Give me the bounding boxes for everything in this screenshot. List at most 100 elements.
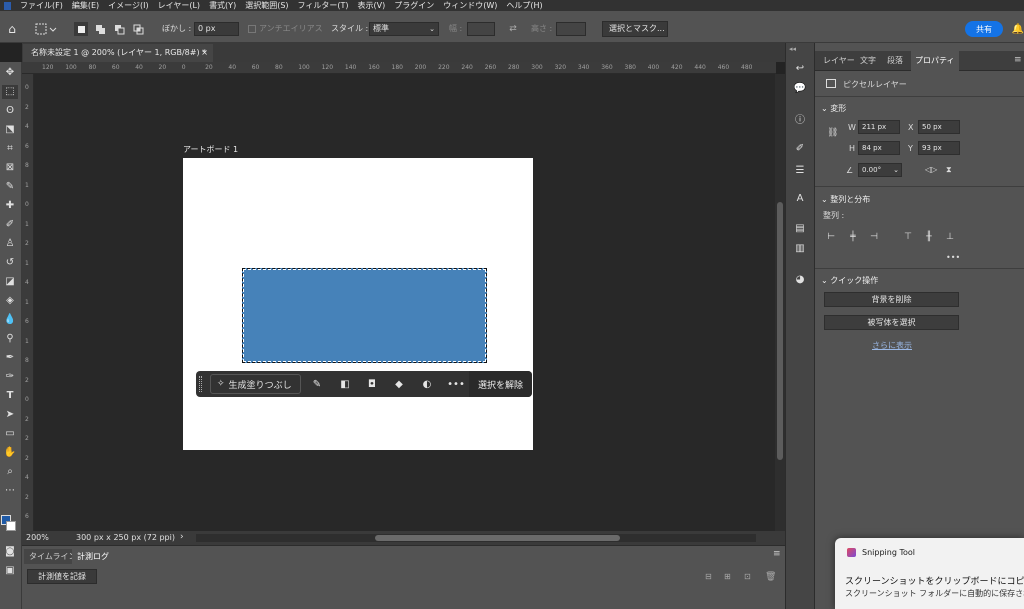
history-icon[interactable]: ↩ — [791, 60, 809, 76]
move-tool-icon[interactable]: ✥ — [2, 66, 18, 80]
eyedropper-tool-icon[interactable]: ✎ — [2, 180, 18, 194]
tab-properties[interactable]: プロパティ — [911, 51, 959, 71]
menu-view[interactable]: 表示(V) — [358, 0, 386, 11]
home-icon[interactable]: ⌂ — [4, 21, 20, 37]
select-subject-button[interactable]: 被写体を選択 — [824, 315, 959, 330]
paragraph-styles-icon[interactable]: ▥ — [791, 240, 809, 256]
document-info[interactable]: 300 px x 250 px (72 ppi) — [76, 533, 175, 542]
snipping-tool-notification[interactable]: Snipping Tool スクリーンショットをクリップボードにコピーしました … — [835, 538, 1024, 609]
menu-select[interactable]: 選択範囲(S) — [245, 0, 288, 11]
select-all-icon[interactable]: ⊡ — [744, 572, 751, 581]
gradient-tool-icon[interactable]: ◈ — [2, 294, 18, 308]
menu-window[interactable]: ウィンドウ(W) — [443, 0, 497, 11]
align-left-icon[interactable]: ⊢ — [825, 231, 837, 243]
intersect-selection-icon[interactable] — [131, 22, 145, 36]
menu-layer[interactable]: レイヤー(L) — [158, 0, 200, 11]
quick-mask-icon[interactable]: ◙ — [2, 545, 18, 559]
y-field[interactable]: 93 px — [918, 141, 960, 155]
record-measurements-button[interactable]: 計測値を記録 — [27, 569, 97, 584]
menu-edit[interactable]: 編集(E) — [72, 0, 99, 11]
brush-modify-icon[interactable]: ✎ — [307, 374, 327, 394]
align-middle-v-icon[interactable]: ╫ — [923, 231, 935, 243]
align-section-header[interactable]: ⌄ 整列と分布 — [821, 194, 870, 205]
align-more-icon[interactable]: ••• — [946, 253, 960, 262]
zoom-tool-icon[interactable]: ⌕ — [2, 465, 18, 479]
collapse-dock-icon[interactable]: ◂◂ — [789, 45, 796, 53]
dodge-tool-icon[interactable]: ⚲ — [2, 332, 18, 346]
crop-tool-icon[interactable]: ⌗ — [2, 142, 18, 156]
trash-icon[interactable]: 🗑 — [765, 572, 776, 582]
vertical-scrollbar-thumb[interactable] — [777, 202, 783, 460]
rect-marquee-tool-icon[interactable]: ⬚ — [2, 85, 18, 99]
tab-layers[interactable]: レイヤー — [819, 51, 859, 71]
mask-icon[interactable]: ◘ — [362, 374, 382, 394]
healing-brush-tool-icon[interactable]: ✚ — [2, 199, 18, 213]
brush-tool-icon[interactable]: ✐ — [2, 218, 18, 232]
invert-selection-icon[interactable]: ◧ — [335, 374, 355, 394]
align-right-icon[interactable]: ⊣ — [868, 231, 880, 243]
panel-options-icon[interactable]: ≡ — [1014, 55, 1022, 65]
adjustments-icon[interactable]: ☰ — [791, 162, 809, 178]
blur-tool-icon[interactable]: 💧 — [2, 313, 18, 327]
share-button[interactable]: 共有 — [965, 21, 1003, 37]
eraser-tool-icon[interactable]: ◪ — [2, 275, 18, 289]
transform-section-header[interactable]: ⌄ 変形 — [821, 103, 846, 114]
background-color-swatch[interactable] — [6, 521, 16, 531]
ruler-icon[interactable]: ⊟ — [705, 572, 712, 581]
align-bottom-icon[interactable]: ⊥ — [944, 231, 956, 243]
menu-image[interactable]: イメージ(I) — [108, 0, 148, 11]
tab-paragraph[interactable]: 段落 — [883, 51, 907, 71]
color-wheel-icon[interactable]: ◕ — [791, 271, 809, 287]
document-tab[interactable]: 名称未設定 1 @ 200% (レイヤー 1, RGB/8#) * × — [23, 44, 213, 62]
zoom-level[interactable]: 200% — [26, 533, 49, 542]
generative-fill-button[interactable]: ✧ 生成塗りつぶし — [210, 374, 301, 394]
glyphs-icon[interactable]: ▤ — [791, 220, 809, 236]
width-field[interactable]: 211 px — [858, 120, 900, 134]
lasso-tool-icon[interactable]: ʘ — [2, 104, 18, 118]
show-more-link[interactable]: さらに表示 — [872, 340, 912, 351]
flip-horizontal-icon[interactable]: ◁▷ — [925, 165, 937, 174]
deselect-button[interactable]: 選択を解除 — [469, 371, 532, 397]
clone-stamp-tool-icon[interactable]: ♙ — [2, 237, 18, 251]
artboard-label[interactable]: アートボード 1 — [183, 144, 238, 155]
flip-vertical-icon[interactable]: ⧗ — [946, 165, 952, 175]
more-tools-icon[interactable]: ⋯ — [2, 484, 18, 498]
hand-tool-icon[interactable]: ✋ — [2, 446, 18, 460]
horizontal-scrollbar-thumb[interactable] — [375, 535, 620, 541]
more-options-icon[interactable]: ••• — [446, 374, 466, 394]
select-and-mask-button[interactable]: 選択とマスク... — [602, 21, 668, 37]
menu-help[interactable]: ヘルプ(H) — [506, 0, 542, 11]
feather-input[interactable]: 0 px — [194, 22, 239, 36]
width-input[interactable] — [467, 22, 495, 36]
new-selection-icon[interactable] — [74, 22, 88, 36]
tab-character[interactable]: 文字 — [856, 51, 880, 71]
link-icon[interactable]: ⛓ — [827, 128, 838, 138]
align-top-icon[interactable]: ⊤ — [902, 231, 914, 243]
marquee-preset-button[interactable] — [32, 21, 60, 37]
angle-field[interactable]: 0.00° ⌄ — [858, 163, 902, 177]
frame-tool-icon[interactable]: ⊠ — [2, 161, 18, 175]
comments-icon[interactable]: 💬 — [791, 80, 809, 96]
add-selection-icon[interactable] — [93, 22, 107, 36]
path-select-tool-icon[interactable]: ➤ — [2, 408, 18, 422]
selected-rectangle-layer[interactable] — [242, 268, 487, 363]
pen-tool-icon[interactable]: ✒ — [2, 351, 18, 365]
history-brush-tool-icon[interactable]: ↺ — [2, 256, 18, 270]
swap-icon[interactable]: ⇄ — [507, 22, 519, 36]
height-field[interactable]: 84 px — [858, 141, 900, 155]
object-select-tool-icon[interactable]: ⬔ — [2, 123, 18, 137]
pen-path-tool-icon[interactable]: ✑ — [2, 370, 18, 384]
screen-mode-icon[interactable]: ▣ — [2, 564, 18, 578]
type-tool-icon[interactable]: T — [2, 389, 18, 403]
quick-actions-header[interactable]: ⌄ クイック操作 — [821, 275, 878, 286]
menu-plugins[interactable]: プラグイン — [394, 0, 434, 11]
menu-file[interactable]: ファイル(F) — [20, 0, 63, 11]
antialias-checkbox[interactable] — [248, 25, 256, 33]
character-icon[interactable]: A — [791, 190, 809, 206]
menu-type[interactable]: 書式(Y) — [209, 0, 236, 11]
adjustment-icon[interactable]: ◐ — [417, 374, 437, 394]
notification-bell-icon[interactable]: 🔔 — [1012, 21, 1024, 37]
align-center-h-icon[interactable]: ╪ — [847, 231, 859, 243]
info-icon[interactable]: ⓘ — [791, 110, 809, 126]
remove-background-button[interactable]: 背景を削除 — [824, 292, 959, 307]
